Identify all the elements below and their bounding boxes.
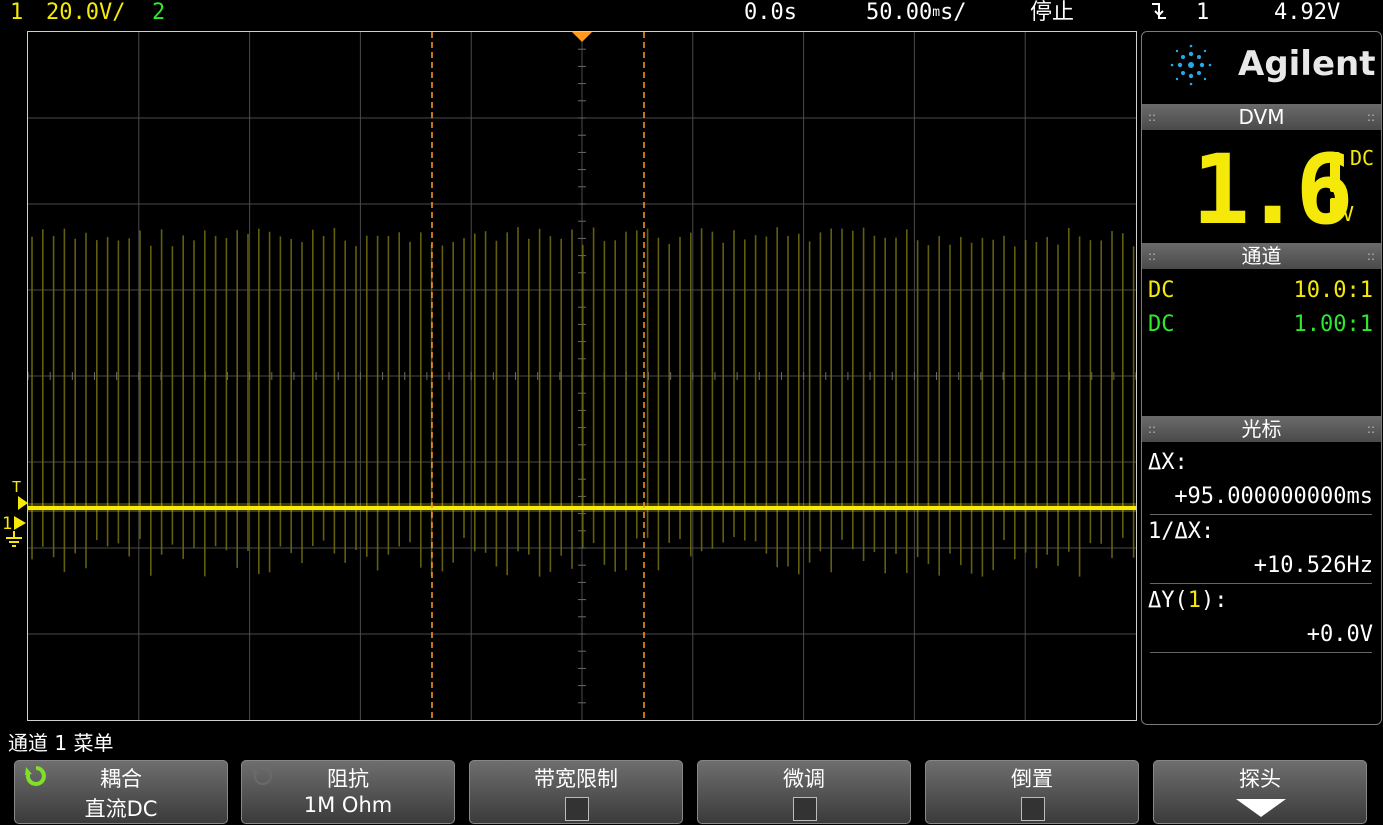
ch1-coupling: DC	[1148, 278, 1175, 303]
cursors-title: 光标	[1241, 417, 1282, 441]
softkey-value: 直流DC	[84, 797, 158, 821]
time-scale-unit: s/	[940, 0, 967, 25]
ground-arrow-icon	[14, 516, 26, 530]
ch1-probe: 10.0:1	[1293, 278, 1373, 303]
trigger-level: 4.92V	[1274, 0, 1341, 25]
ch2-probe: 1.00:1	[1293, 312, 1373, 337]
ground-symbol-icon	[6, 531, 22, 547]
inv-delta-x-value: +10.526Hz	[1253, 553, 1373, 578]
channels-title: 通道	[1241, 244, 1282, 268]
agilent-spark-icon	[1170, 44, 1212, 86]
divider	[1150, 514, 1372, 515]
softkey-probe[interactable]: 探头	[1153, 760, 1367, 824]
trigger-arrow-icon	[18, 496, 28, 510]
dvm-header: :: DVM ::	[1142, 104, 1381, 130]
submenu-arrow-icon	[1236, 799, 1286, 817]
softkey-label: 探头	[1239, 767, 1281, 791]
trigger-level-marker[interactable]: T	[12, 478, 21, 496]
ch1-trace	[28, 506, 1136, 510]
drag-handle-icon: ::	[1366, 422, 1375, 436]
trigger-position-icon	[572, 32, 592, 42]
dvm-unit: V	[1342, 202, 1355, 226]
waveform-display[interactable]	[27, 31, 1137, 721]
drag-handle-icon: ::	[1148, 110, 1157, 124]
drag-handle-icon: ::	[1148, 422, 1157, 436]
delta-y-suffix: ):	[1201, 588, 1228, 613]
inv-delta-x-label: 1/ΔX:	[1148, 519, 1215, 544]
vernier-checkbox[interactable]	[793, 797, 817, 821]
ch1-indicator[interactable]: 1	[10, 0, 23, 26]
softkey-invert[interactable]: 倒置	[925, 760, 1139, 824]
ch1-vertical-scale: 20.0V/	[46, 0, 126, 25]
divider	[1150, 652, 1372, 653]
softkey-impedance[interactable]: 阻抗 1M Ohm	[241, 760, 455, 824]
delta-x-label: ΔX:	[1148, 450, 1188, 475]
drag-handle-icon: ::	[1366, 249, 1375, 263]
divider	[1150, 583, 1372, 584]
status-bar: 1 20.0V/ 2 0.0s 50.00ms/ 停止 1 4.92V	[0, 0, 1383, 30]
bw-limit-checkbox[interactable]	[565, 797, 589, 821]
invert-checkbox[interactable]	[1021, 797, 1045, 821]
time-delay: 0.0s	[744, 0, 797, 25]
softkey-bw-limit[interactable]: 带宽限制	[469, 760, 683, 824]
softkey-vernier[interactable]: 微调	[697, 760, 911, 824]
dvm-mode: DC	[1350, 146, 1375, 170]
drag-handle-icon: ::	[1366, 110, 1375, 124]
drag-handle-icon: ::	[1148, 249, 1157, 263]
ch2-indicator[interactable]: 2	[152, 0, 165, 26]
delta-y-label: ΔY(1):	[1148, 588, 1228, 613]
info-panel: Agilent :: DVM :: 1.6 DC V :: 通道 :: DC 1…	[1141, 31, 1382, 725]
cursors-header: :: 光标 ::	[1142, 416, 1381, 442]
dvm-segment-icon	[1330, 152, 1340, 192]
softkey-coupling[interactable]: 耦合 直流DC	[14, 760, 228, 824]
trigger-falling-edge-icon	[1150, 0, 1168, 29]
menu-title: 通道 1 菜单	[8, 731, 114, 755]
delta-x-value: +95.000000000ms	[1174, 484, 1373, 509]
softkey-label: 带宽限制	[534, 767, 618, 791]
softkey-value: 1M Ohm	[303, 793, 393, 817]
time-scale-prefix: m	[932, 5, 941, 20]
dvm-segment-icon	[1330, 198, 1340, 218]
delta-y-value: +0.0V	[1306, 622, 1373, 647]
delta-y-prefix: ΔY(	[1148, 588, 1188, 613]
softkey-label: 耦合	[100, 767, 142, 791]
softkey-label: 微调	[783, 767, 825, 791]
softkey-label: 阻抗	[327, 767, 369, 791]
delta-y-channel: 1	[1187, 588, 1201, 613]
ch2-coupling: DC	[1148, 312, 1175, 337]
dvm-value: 1.6	[1192, 134, 1353, 246]
channels-header: :: 通道 ::	[1142, 243, 1381, 269]
softkey-label: 倒置	[1011, 767, 1053, 791]
brand-area: Agilent	[1142, 32, 1381, 98]
graticule	[28, 32, 1136, 720]
trigger-source: 1	[1196, 0, 1210, 25]
time-scale-value: 50.00	[866, 0, 933, 25]
brand-name: Agilent	[1238, 44, 1376, 84]
run-state: 停止	[1030, 0, 1075, 25]
time-scale: 50.00ms/	[866, 0, 967, 26]
dvm-title: DVM	[1238, 105, 1285, 129]
